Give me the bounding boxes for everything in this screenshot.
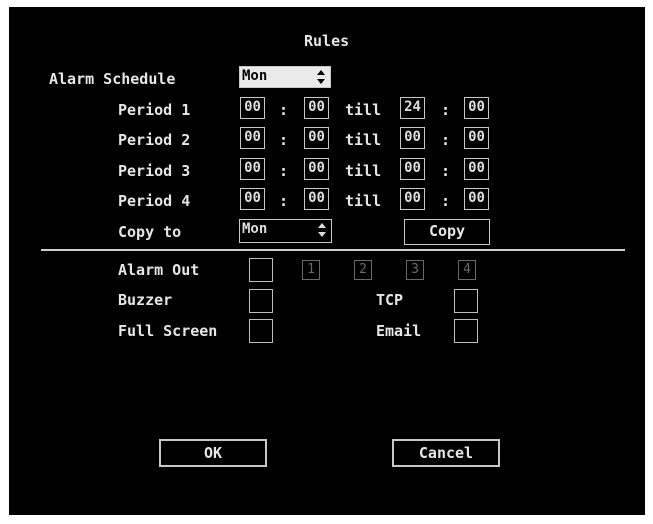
copy-to-day-value: Mon xyxy=(242,221,268,237)
alarm-output-3[interactable]: 3 xyxy=(406,260,424,280)
period-3-start-separator: : xyxy=(279,162,289,180)
period-2-start-minute[interactable]: 00 xyxy=(304,127,329,149)
email-checkbox[interactable] xyxy=(454,319,478,343)
period-1-label: Period 1 xyxy=(118,101,191,119)
cancel-button[interactable]: Cancel xyxy=(392,439,500,467)
period-3-start-hour[interactable]: 00 xyxy=(240,158,265,180)
buzzer-label: Buzzer xyxy=(118,291,173,309)
period-3-start-minute[interactable]: 00 xyxy=(304,158,329,180)
period-1-end-separator: : xyxy=(441,101,451,119)
alarm-schedule-day-value: Mon xyxy=(242,68,268,84)
copy-button[interactable]: Copy xyxy=(404,219,490,245)
dialog-title: Rules xyxy=(304,32,350,50)
rules-dialog: Rules Alarm Schedule Mon Period 1 00 : 0… xyxy=(9,7,645,515)
alarm-output-2[interactable]: 2 xyxy=(354,260,372,280)
period-1-till-label: till xyxy=(345,101,382,119)
period-2-label: Period 2 xyxy=(118,131,191,149)
period-2-end-separator: : xyxy=(441,131,451,149)
alarm-schedule-day-select[interactable]: Mon xyxy=(239,66,331,88)
period-3-label: Period 3 xyxy=(118,162,191,180)
buzzer-checkbox[interactable] xyxy=(249,289,273,313)
ok-button[interactable]: OK xyxy=(159,439,267,467)
period-1-start-minute[interactable]: 00 xyxy=(304,97,329,119)
period-4-label: Period 4 xyxy=(118,192,191,210)
alarm-output-1[interactable]: 1 xyxy=(302,260,320,280)
section-divider xyxy=(41,249,625,251)
period-2-end-minute[interactable]: 00 xyxy=(464,127,489,149)
alarm-output-4[interactable]: 4 xyxy=(458,260,476,280)
full-screen-label: Full Screen xyxy=(118,322,218,340)
period-4-end-hour[interactable]: 00 xyxy=(400,188,425,210)
period-4-till-label: till xyxy=(345,192,382,210)
alarm-schedule-label: Alarm Schedule xyxy=(49,70,176,88)
period-2-till-label: till xyxy=(345,131,382,149)
up-down-arrows-icon xyxy=(318,223,327,237)
period-3-end-separator: : xyxy=(441,162,451,180)
period-4-start-separator: : xyxy=(279,192,289,210)
up-down-arrows-icon xyxy=(317,70,326,84)
period-1-end-hour[interactable]: 24 xyxy=(400,97,425,119)
alarm-out-label: Alarm Out xyxy=(118,261,200,279)
period-4-start-hour[interactable]: 00 xyxy=(240,188,265,210)
alarm-out-checkbox[interactable] xyxy=(249,258,273,282)
tcp-label: TCP xyxy=(376,291,404,309)
period-3-end-minute[interactable]: 00 xyxy=(464,158,489,180)
period-4-end-minute[interactable]: 00 xyxy=(464,188,489,210)
period-2-end-hour[interactable]: 00 xyxy=(400,127,425,149)
period-4-start-minute[interactable]: 00 xyxy=(304,188,329,210)
full-screen-checkbox[interactable] xyxy=(249,319,273,343)
period-1-end-minute[interactable]: 00 xyxy=(464,97,489,119)
email-label: Email xyxy=(376,322,422,340)
period-3-end-hour[interactable]: 00 xyxy=(400,158,425,180)
period-4-end-separator: : xyxy=(441,192,451,210)
period-3-till-label: till xyxy=(345,162,382,180)
copy-to-day-select[interactable]: Mon xyxy=(239,219,332,243)
period-1-start-separator: : xyxy=(279,101,289,119)
tcp-checkbox[interactable] xyxy=(454,289,478,313)
period-2-start-hour[interactable]: 00 xyxy=(240,127,265,149)
period-2-start-separator: : xyxy=(279,131,289,149)
copy-to-label: Copy to xyxy=(118,223,182,241)
period-1-start-hour[interactable]: 00 xyxy=(240,97,265,119)
